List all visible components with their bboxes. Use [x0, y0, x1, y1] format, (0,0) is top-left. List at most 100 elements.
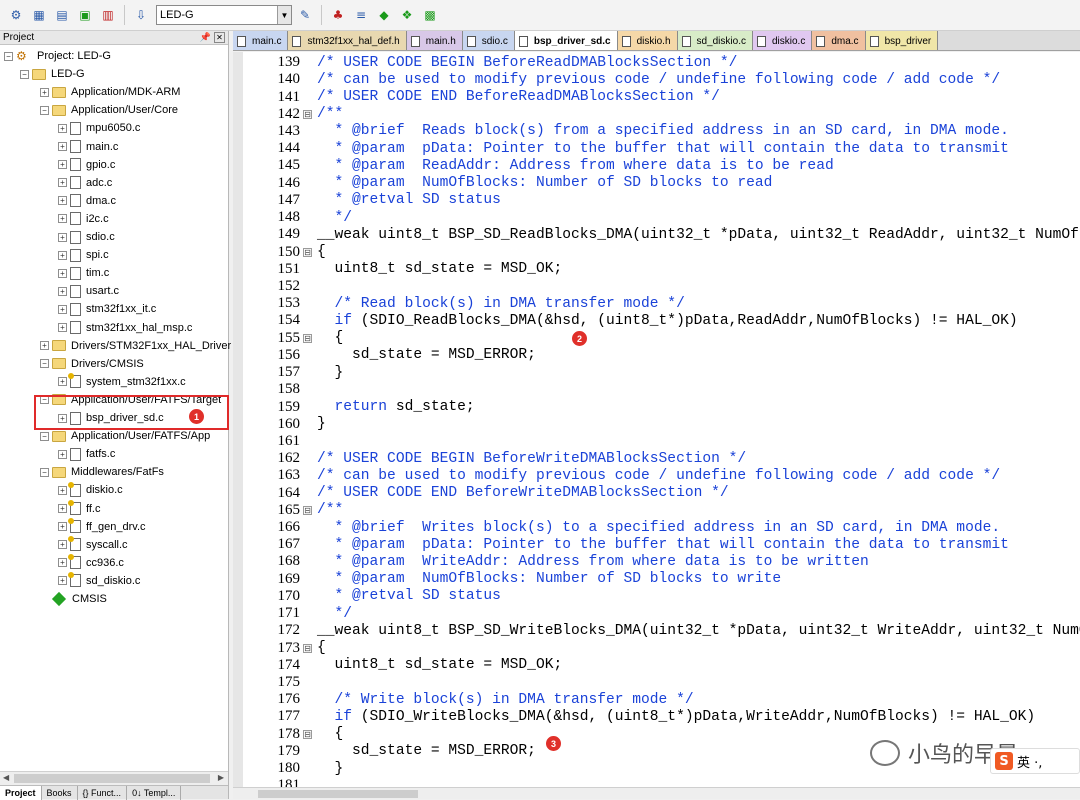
pin-icon[interactable]: 📌	[200, 32, 211, 43]
tree-file[interactable]: + diskio.c	[58, 481, 123, 499]
expand-icon[interactable]: +	[58, 178, 67, 188]
ime-status[interactable]: 英 ·,	[1017, 752, 1042, 771]
file-extensions-icon[interactable]: ≡	[351, 5, 371, 25]
tree-file[interactable]: + adc.c	[58, 174, 112, 192]
fold-toggle-icon[interactable]: ⊟	[303, 729, 312, 739]
tree-file[interactable]: + i2c.c	[58, 210, 109, 228]
collapse-icon[interactable]: −	[40, 467, 49, 477]
expand-icon[interactable]: +	[58, 522, 67, 532]
expand-icon[interactable]: +	[40, 341, 49, 351]
expand-icon[interactable]: +	[58, 123, 67, 133]
select-packs-icon[interactable]: ❖	[397, 5, 417, 25]
editor-tab[interactable]: diskio.c	[752, 31, 813, 50]
tree-folder[interactable]: + Application/MDK-ARM	[40, 83, 180, 101]
tree-folder[interactable]: − Middlewares/FatFs	[40, 463, 164, 481]
expand-icon[interactable]: +	[58, 377, 67, 387]
editor-tab[interactable]: diskio.h	[617, 31, 678, 50]
expand-icon[interactable]: +	[58, 196, 67, 206]
batch-build-icon[interactable]: ▣	[75, 5, 95, 25]
tree-file[interactable]: + dma.c	[58, 192, 116, 210]
tree-project[interactable]: − LED-G	[20, 65, 85, 83]
tree-file[interactable]: + usart.c	[58, 282, 119, 300]
close-icon[interactable]: ✕	[214, 32, 225, 43]
expand-icon[interactable]: +	[58, 142, 67, 151]
fold-toggle-icon[interactable]: ⊟	[303, 505, 312, 515]
editor-tab[interactable]: sd_diskio.c	[677, 31, 753, 50]
editor-tab[interactable]: sdio.c	[462, 31, 515, 50]
collapse-icon[interactable]: −	[40, 431, 49, 441]
expand-icon[interactable]: +	[58, 558, 67, 568]
code-editor[interactable]: 181 180 } 179 sd_state = MSD_ERROR; 178 ⊟ {1…	[233, 52, 1080, 787]
tree-file[interactable]: + main.c	[58, 138, 118, 156]
editor-tab[interactable]: main.c	[233, 31, 289, 50]
scroll-left-icon[interactable]: ◀	[3, 773, 9, 782]
run-time-env-icon[interactable]: ▩	[420, 5, 440, 25]
fold-toggle-icon[interactable]: ⊟	[303, 333, 312, 343]
ime-toolbar[interactable]: S 英 ·,	[990, 748, 1080, 774]
editor-scrollbar[interactable]	[233, 787, 1080, 799]
editor-tab[interactable]: bsp_driver	[865, 31, 939, 50]
collapse-icon[interactable]: −	[40, 359, 49, 369]
panel-tab[interactable]: Books	[42, 786, 78, 800]
tree-folder[interactable]: − Drivers/CMSIS	[40, 355, 144, 373]
expand-icon[interactable]: +	[58, 286, 67, 296]
tree-project[interactable]: − ⚙ Project: LED-G	[4, 47, 111, 65]
scroll-right-icon[interactable]: ▶	[218, 773, 224, 782]
target-select[interactable]: LED-G ▼	[156, 5, 292, 25]
expand-icon[interactable]: +	[58, 214, 67, 224]
tree-file[interactable]: + mpu6050.c	[58, 119, 140, 137]
tree-file[interactable]: + system_stm32f1xx.c	[58, 373, 186, 391]
collapse-icon[interactable]: −	[40, 105, 49, 115]
expand-icon[interactable]: +	[58, 449, 67, 459]
expand-icon[interactable]: +	[58, 576, 67, 586]
manage-project-icon[interactable]: ♣	[328, 5, 348, 25]
tree-file[interactable]: + spi.c	[58, 246, 109, 264]
fold-toggle-icon[interactable]: ⊟	[303, 109, 312, 119]
expand-icon[interactable]: +	[58, 485, 67, 495]
tree-file[interactable]: + sdio.c	[58, 228, 115, 246]
tree-file[interactable]: + ff.c	[58, 500, 100, 518]
collapse-icon[interactable]: −	[4, 51, 13, 61]
tree-file[interactable]: + sd_diskio.c	[58, 572, 140, 590]
tree-file[interactable]: + cc936.c	[58, 554, 124, 572]
panel-tab[interactable]: Project	[0, 786, 42, 800]
tree-file[interactable]: CMSIS	[40, 590, 107, 608]
translate-icon[interactable]: ⚙	[6, 5, 26, 25]
expand-icon[interactable]: +	[58, 160, 67, 170]
expand-icon[interactable]: +	[58, 504, 67, 513]
scrollbar-thumb[interactable]	[258, 790, 418, 798]
collapse-icon[interactable]: −	[20, 69, 29, 79]
pack-installer-icon[interactable]: ◆	[374, 5, 394, 25]
tree-file[interactable]: + ff_gen_drv.c	[58, 518, 146, 536]
tree-file[interactable]: + stm32f1xx_it.c	[58, 300, 156, 318]
tree-file[interactable]: + gpio.c	[58, 156, 115, 174]
editor-tab[interactable]: stm32f1xx_hal_def.h	[288, 31, 407, 50]
expand-icon[interactable]: +	[58, 232, 67, 242]
editor-tab[interactable]: main.h	[406, 31, 463, 50]
expand-icon[interactable]: +	[58, 323, 67, 332]
expand-icon[interactable]: +	[58, 304, 67, 314]
panel-tab[interactable]: {} Funct...	[78, 786, 128, 800]
tree-file[interactable]: + fatfs.c	[58, 445, 115, 463]
stop-build-icon[interactable]: ▥	[98, 5, 118, 25]
panel-tab[interactable]: 0↓ Templ...	[127, 786, 182, 800]
scrollbar-thumb[interactable]	[14, 774, 210, 783]
expand-icon[interactable]: +	[58, 540, 67, 550]
rebuild-icon[interactable]: ▤	[52, 5, 72, 25]
tree-file[interactable]: + syscall.c	[58, 536, 128, 554]
target-options-icon[interactable]: ✎	[295, 5, 315, 25]
fold-toggle-icon[interactable]: ⊟	[303, 643, 312, 653]
tree-folder[interactable]: − Application/User/Core	[40, 101, 178, 119]
editor-tab[interactable]: bsp_driver_sd.c	[514, 31, 618, 50]
build-icon[interactable]: ▦	[29, 5, 49, 25]
tree-file[interactable]: + tim.c	[58, 264, 109, 282]
tree-folder[interactable]: + Drivers/STM32F1xx_HAL_Driver	[40, 337, 231, 355]
tree-file[interactable]: + stm32f1xx_hal_msp.c	[58, 319, 192, 337]
ime-logo-icon[interactable]: S	[995, 752, 1013, 770]
fold-toggle-icon[interactable]: ⊟	[303, 247, 312, 257]
expand-icon[interactable]: +	[40, 87, 49, 97]
expand-icon[interactable]: +	[58, 250, 67, 260]
expand-icon[interactable]: +	[58, 268, 67, 278]
panel-scrollbar[interactable]: ◀ ▶	[0, 771, 228, 785]
load-icon[interactable]: ⇩	[131, 5, 151, 25]
